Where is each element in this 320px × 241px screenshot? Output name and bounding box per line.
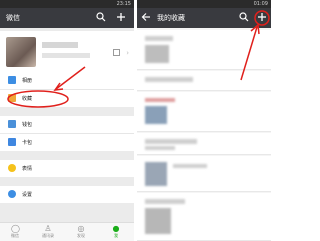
title-bar: 微信 bbox=[0, 8, 134, 28]
favorite-item[interactable] bbox=[137, 156, 271, 192]
search-icon[interactable] bbox=[95, 12, 107, 24]
page-title: 我的收藏 bbox=[157, 14, 185, 22]
favorite-item[interactable] bbox=[137, 92, 271, 132]
chat-icon: ◯ bbox=[11, 224, 20, 233]
bottom-nav: ◯ 微信 ♙ 通讯录 ◎ 发现 ● 我 bbox=[0, 222, 134, 241]
menu-item-label: 收藏 bbox=[22, 96, 33, 102]
favorite-item[interactable] bbox=[137, 71, 271, 91]
status-bar: 23:15 bbox=[0, 0, 134, 8]
page-title: 微信 bbox=[6, 14, 20, 22]
favorite-item[interactable] bbox=[137, 193, 271, 241]
plus-icon[interactable] bbox=[115, 12, 127, 24]
left-screen: 23:15 微信 › 相册 收藏 钱包 卡包 表情 设置 ◯ 微信 ♙ 通讯录 … bbox=[0, 0, 134, 241]
menu-item-stickers[interactable]: 表情 bbox=[0, 160, 134, 177]
favorite-item[interactable] bbox=[137, 133, 271, 155]
me-icon: ● bbox=[112, 224, 120, 233]
nav-tab-me[interactable]: ● 我 bbox=[106, 225, 126, 239]
nav-label: 发现 bbox=[77, 233, 85, 238]
nav-label: 微信 bbox=[11, 233, 19, 238]
nav-tab-chats[interactable]: ◯ 微信 bbox=[5, 225, 25, 239]
menu-item-favorites[interactable]: 收藏 bbox=[0, 90, 134, 107]
card-icon bbox=[8, 138, 16, 146]
menu-item-label: 相册 bbox=[22, 78, 33, 84]
redacted-thumbnail bbox=[145, 106, 167, 124]
profile-card[interactable]: › bbox=[0, 31, 134, 75]
redacted-text bbox=[173, 164, 207, 168]
settings-gear-icon bbox=[8, 190, 16, 198]
profile-id-redacted bbox=[42, 53, 90, 58]
menu-item-label: 卡包 bbox=[22, 140, 33, 146]
redacted-thumbnail bbox=[145, 208, 171, 234]
avatar bbox=[6, 37, 36, 67]
nav-label: 我 bbox=[114, 233, 118, 238]
back-arrow-icon[interactable] bbox=[140, 12, 152, 24]
status-bar: 01:09 bbox=[137, 0, 271, 8]
profile-name-redacted bbox=[42, 42, 78, 48]
plus-icon[interactable] bbox=[256, 12, 268, 24]
contacts-icon: ♙ bbox=[44, 224, 52, 233]
redacted-text bbox=[145, 199, 185, 204]
title-bar: 我的收藏 bbox=[137, 8, 271, 28]
menu-item-label: 钱包 bbox=[22, 122, 33, 128]
status-time: 23:15 bbox=[116, 1, 131, 7]
redacted-text bbox=[145, 77, 193, 82]
qr-code-icon bbox=[113, 49, 120, 56]
menu-item-album[interactable]: 相册 bbox=[0, 72, 134, 89]
menu-item-settings[interactable]: 设置 bbox=[0, 186, 134, 203]
menu-item-label: 表情 bbox=[22, 166, 33, 172]
menu-item-label: 设置 bbox=[22, 192, 33, 198]
emoji-icon bbox=[8, 164, 16, 172]
search-icon[interactable] bbox=[238, 12, 250, 24]
redacted-text bbox=[145, 98, 175, 102]
redacted-text bbox=[145, 36, 173, 41]
photo-icon bbox=[8, 76, 16, 84]
nav-label: 通讯录 bbox=[42, 233, 54, 238]
menu-item-cards[interactable]: 卡包 bbox=[0, 134, 134, 151]
nav-tab-discover[interactable]: ◎ 发现 bbox=[71, 225, 91, 239]
favorites-cube-icon bbox=[8, 94, 16, 102]
status-time: 01:09 bbox=[253, 1, 268, 7]
wallet-icon bbox=[8, 120, 16, 128]
redacted-text bbox=[145, 146, 175, 150]
redacted-text bbox=[145, 139, 197, 144]
chevron-right-icon: › bbox=[126, 49, 129, 57]
right-screen: 01:09 我的收藏 bbox=[137, 0, 271, 241]
menu-item-wallet[interactable]: 钱包 bbox=[0, 116, 134, 133]
redacted-thumbnail bbox=[145, 162, 167, 186]
nav-tab-contacts[interactable]: ♙ 通讯录 bbox=[38, 225, 58, 239]
favorite-item[interactable] bbox=[137, 30, 271, 70]
discover-compass-icon: ◎ bbox=[77, 224, 85, 233]
redacted-thumbnail bbox=[145, 45, 169, 63]
